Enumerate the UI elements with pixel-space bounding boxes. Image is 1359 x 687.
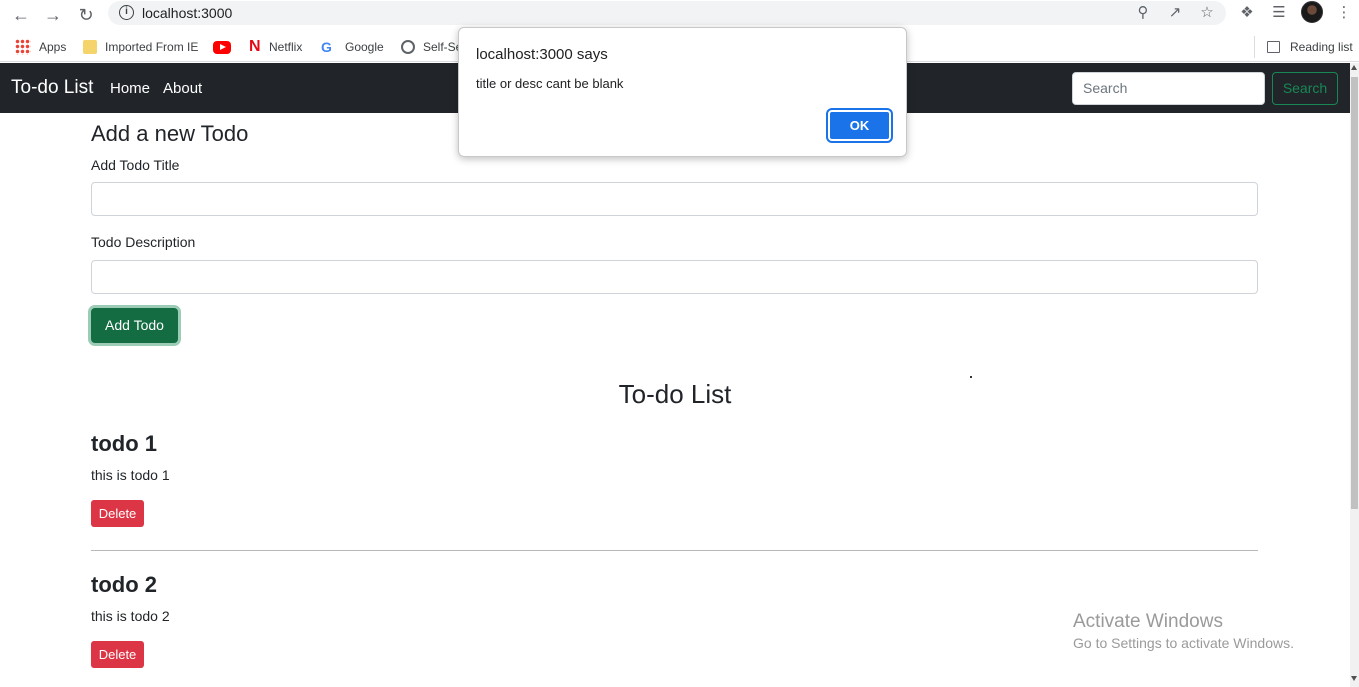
stray-dot [970, 376, 972, 378]
address-bar[interactable]: i localhost:3000 ⚲ ↗ ☆ [108, 1, 1226, 25]
activate-windows-watermark: Activate Windows Go to Settings to activ… [1073, 611, 1294, 651]
media-queue-icon[interactable]: ☰ [1269, 3, 1289, 23]
site-info-icon[interactable]: i [119, 5, 134, 20]
netflix-icon: N [249, 38, 261, 55]
scroll-up-icon[interactable] [1351, 65, 1357, 70]
google-icon: G [321, 39, 332, 55]
todo-title-input[interactable] [91, 182, 1258, 216]
reading-list-icon [1267, 41, 1280, 53]
watermark-title: Activate Windows [1073, 611, 1223, 632]
search-button[interactable]: Search [1272, 72, 1338, 105]
extensions-puzzle-icon[interactable]: ❖ [1237, 3, 1257, 23]
bookmark-label: Netflix [269, 40, 303, 54]
bookmark-label: Apps [39, 40, 67, 54]
delete-button[interactable]: Delete [91, 641, 144, 668]
profile-avatar[interactable] [1301, 1, 1323, 23]
bookmark-youtube[interactable] [213, 36, 239, 58]
zoom-icon[interactable]: ⚲ [1134, 4, 1152, 22]
ok-button[interactable]: OK [828, 110, 891, 141]
todo-description: this is todo 1 [91, 467, 170, 483]
todo-title: todo 1 [91, 431, 157, 456]
bookmark-label: Self-Se [423, 40, 463, 54]
back-arrow-icon[interactable]: ← [9, 3, 33, 27]
globe-icon [401, 40, 415, 54]
watermark-subtitle: Go to Settings to activate Windows. [1073, 635, 1294, 651]
forward-arrow-icon[interactable]: → [41, 3, 65, 27]
delete-button[interactable]: Delete [91, 500, 144, 527]
todo-description: this is todo 2 [91, 608, 170, 624]
apps-grid-icon [15, 39, 31, 55]
bookmark-label: Imported From IE [105, 40, 199, 54]
scroll-down-icon[interactable] [1351, 676, 1357, 681]
folder-icon [83, 40, 97, 54]
nav-link-home[interactable]: Home [110, 80, 150, 97]
bookmark-google[interactable]: G Google [321, 36, 384, 58]
share-icon[interactable]: ↗ [1166, 4, 1184, 22]
bookmark-imported-from-ie[interactable]: Imported From IE [83, 36, 198, 58]
dialog-title: localhost:3000 says [476, 46, 608, 63]
todo-title: todo 2 [91, 572, 157, 597]
description-label: Todo Description [91, 234, 196, 250]
bookmark-apps[interactable]: Apps [15, 36, 66, 58]
list-heading: To-do List [618, 379, 732, 409]
reload-icon[interactable]: ↻ [74, 3, 98, 27]
dialog-message: title or desc cant be blank [476, 76, 624, 91]
nav-link-about[interactable]: About [163, 80, 202, 97]
scrollbar-thumb[interactable] [1351, 77, 1358, 509]
title-label: Add Todo Title [91, 157, 180, 173]
youtube-icon [213, 40, 231, 54]
bookmark-label: Google [345, 40, 384, 54]
form-heading: Add a new Todo [91, 121, 249, 146]
bookmark-self-service[interactable]: Self-Se [401, 36, 462, 58]
bookmark-star-icon[interactable]: ☆ [1198, 4, 1216, 22]
kebab-menu-icon[interactable]: ⋮ [1334, 3, 1354, 23]
reading-list[interactable]: Reading list [1254, 36, 1353, 58]
divider [91, 550, 1258, 551]
todo-description-input[interactable] [91, 260, 1258, 294]
add-todo-button[interactable]: Add Todo [91, 308, 178, 343]
address-url[interactable]: localhost:3000 [142, 5, 232, 21]
reading-list-label: Reading list [1290, 40, 1353, 54]
page-scrollbar[interactable] [1350, 63, 1359, 687]
navbar-brand[interactable]: To-do List [11, 77, 93, 99]
search-input[interactable]: Search [1072, 72, 1265, 105]
bookmark-netflix[interactable]: N Netflix [249, 36, 302, 58]
alert-dialog: localhost:3000 says title or desc cant b… [458, 27, 907, 157]
